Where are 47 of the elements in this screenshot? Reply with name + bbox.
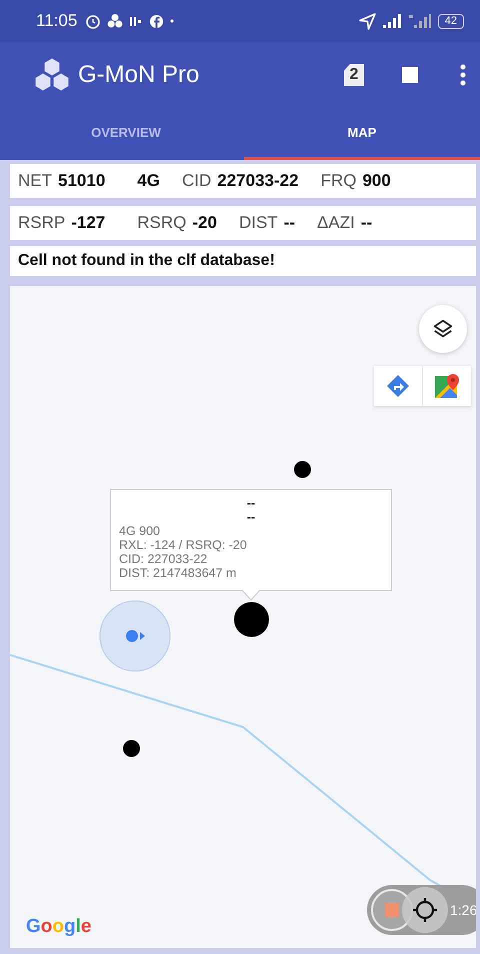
- info-label: NET: [18, 171, 52, 191]
- callout-line: 4G 900: [119, 524, 162, 538]
- location-arrow-icon: [358, 12, 376, 30]
- battery-level: 42: [438, 14, 464, 28]
- info-value: 51010: [58, 171, 106, 191]
- status-time: 11:05: [36, 11, 78, 31]
- hexagons-icon: [107, 13, 124, 29]
- stop-icon: [385, 903, 399, 917]
- layers-icon: [432, 318, 454, 340]
- hexagons-logo-icon: [34, 58, 70, 92]
- app-title: G-MoN Pro: [78, 61, 200, 89]
- equalizer-icon: [129, 15, 144, 27]
- info-value: -127: [71, 213, 106, 233]
- directions-button[interactable]: [374, 366, 422, 406]
- tab[interactable]: OVERVIEW: [8, 108, 244, 160]
- maps-button[interactable]: [423, 366, 471, 406]
- info-label: FRQ: [320, 171, 356, 191]
- alarm-icon: [85, 13, 102, 29]
- facebook-icon: [149, 14, 164, 28]
- sim-button[interactable]: 2: [344, 64, 364, 86]
- message-text: Cell not found in the clf database!: [18, 252, 275, 270]
- info-value: -20: [192, 213, 217, 233]
- info-value: 227033-22: [217, 171, 299, 191]
- callout-title: --: [246, 510, 256, 524]
- info-label: RSRP: [18, 213, 66, 233]
- signal-icon: [408, 13, 432, 29]
- signal-icon: [382, 14, 402, 28]
- map-pin-icon: [434, 373, 460, 399]
- my-location-icon: [99, 600, 171, 672]
- info-value: --: [360, 213, 372, 233]
- callout-line: CID: 227033-22: [119, 552, 208, 566]
- google-logo: Google: [26, 916, 92, 938]
- info-value: --: [284, 213, 296, 233]
- info-value: 900: [362, 171, 391, 191]
- info-label: DIST: [238, 213, 278, 233]
- callout-line: DIST: 2147483647 m: [119, 566, 238, 580]
- directions-icon: [386, 374, 410, 398]
- more-icon[interactable]: [460, 64, 466, 86]
- info-label: ΔAZI: [317, 213, 355, 233]
- info-label: RSRQ: [137, 213, 186, 233]
- callout-line: RXL: -124 / RSRQ: -20: [119, 538, 248, 552]
- crosshair-icon: [412, 897, 438, 923]
- info-value: 4G: [137, 171, 160, 191]
- dot-icon: [170, 19, 174, 23]
- info-label: CID: [182, 171, 212, 191]
- callout-title: --: [246, 496, 256, 510]
- tab[interactable]: MAP: [244, 108, 480, 160]
